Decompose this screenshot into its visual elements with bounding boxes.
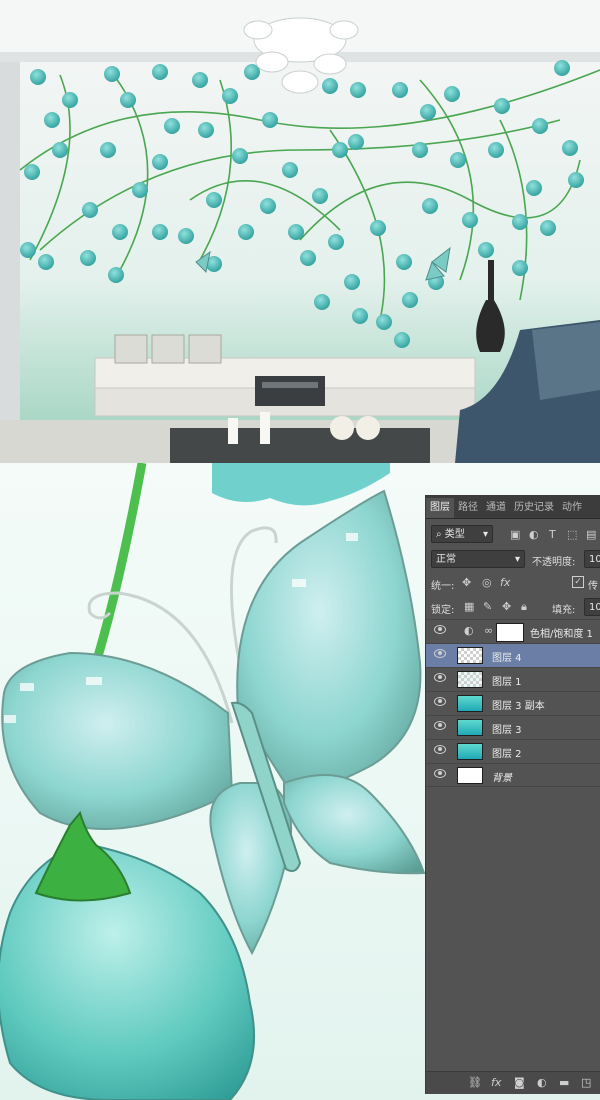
chevron-down-icon: ▾ xyxy=(514,554,520,565)
adjustment-layer-icon: ◐ xyxy=(464,624,474,637)
tab-layers[interactable]: 图层 xyxy=(426,498,454,518)
blend-mode-select[interactable]: 正常 ▾ xyxy=(431,550,525,568)
layer-name: 图层 2 xyxy=(492,749,522,760)
mask-icon[interactable]: ◙ xyxy=(514,1076,525,1089)
layer-thumbnail xyxy=(457,647,483,664)
adjustment-icon[interactable]: ◐ xyxy=(537,1076,547,1089)
visibility-eye-icon[interactable] xyxy=(434,697,446,706)
tab-paths[interactable]: 路径 xyxy=(454,498,482,518)
lock-transparent-icon[interactable]: ▦ xyxy=(464,601,474,613)
visibility-eye-icon[interactable] xyxy=(434,673,446,682)
lock-label: 锁定: xyxy=(431,605,455,616)
propagate-checkbox[interactable]: ✓ xyxy=(572,576,584,588)
layer-row-layer-1[interactable]: 图层 1 xyxy=(426,667,600,691)
tab-history[interactable]: 历史记录 xyxy=(510,498,558,518)
layer-name: 背景 xyxy=(492,773,512,784)
layer-thumbnail xyxy=(457,671,483,688)
layer-row-layer-4[interactable]: 图层 4 xyxy=(426,643,600,667)
unify-visibility-icon[interactable]: ◎ xyxy=(482,577,492,589)
new-layer-icon[interactable]: ◳ xyxy=(581,1076,591,1089)
layer-name: 色相/饱和度 1 xyxy=(530,629,593,640)
layer-row-background[interactable]: 背景 xyxy=(426,763,600,787)
layer-row-layer-2[interactable]: 图层 2 xyxy=(426,739,600,763)
chevron-down-icon: ▾ xyxy=(482,529,488,540)
layer-thumbnail xyxy=(457,695,483,712)
search-icon: ⌕ xyxy=(436,529,445,540)
fill-label: 填充: xyxy=(552,605,576,616)
layer-thumbnail xyxy=(457,743,483,760)
layer-name: 图层 3 副本 xyxy=(492,701,545,712)
visibility-eye-icon[interactable] xyxy=(434,745,446,754)
panel-footer: ⛓︎ fx ◙ ◐ ▬ ◳ xyxy=(426,1071,600,1094)
fill-field[interactable]: 100 xyxy=(584,598,600,616)
filter-kind-select[interactable]: ⌕ 类型 ▾ xyxy=(431,525,493,543)
visibility-eye-icon[interactable] xyxy=(434,721,446,730)
opacity-label: 不透明度: xyxy=(532,557,576,568)
tab-actions[interactable]: 动作 xyxy=(558,498,586,518)
visibility-eye-icon[interactable] xyxy=(434,625,446,634)
fx-icon[interactable]: fx xyxy=(491,1076,501,1089)
layer-row-hue-saturation[interactable]: ◐ ∞ 色相/饱和度 1 xyxy=(426,619,600,643)
layer-row-layer-3[interactable]: 图层 3 xyxy=(426,715,600,739)
shape-filter-icon[interactable]: ⬚ xyxy=(567,529,577,541)
pixel-filter-icon[interactable]: ▣ xyxy=(510,529,520,541)
unify-position-icon[interactable]: ✥ xyxy=(462,577,471,589)
type-filter-icon[interactable]: T xyxy=(549,529,556,541)
lock-row: 锁定: ▦ ✎ ✥ 🔒︎ 填充: 100 xyxy=(426,598,600,618)
layer-row-layer-3-copy[interactable]: 图层 3 副本 xyxy=(426,691,600,715)
lock-image-brush-icon[interactable]: ✎ xyxy=(483,601,492,613)
room-scene-image xyxy=(0,0,600,463)
visibility-eye-icon[interactable] xyxy=(434,649,446,658)
layer-mask-thumbnail xyxy=(496,623,524,642)
layer-name: 图层 3 xyxy=(492,725,522,736)
link-icon[interactable]: ⛓︎ xyxy=(468,1076,482,1089)
lock-position-icon[interactable]: ✥ xyxy=(502,601,511,613)
layer-name: 图层 4 xyxy=(492,653,522,664)
panel-tabs: 图层 路径 通道 历史记录 动作 xyxy=(426,496,600,519)
blend-row: 正常 ▾ 不透明度: 100 xyxy=(426,550,600,570)
visibility-eye-icon[interactable] xyxy=(434,769,446,778)
adjustment-filter-icon[interactable]: ◐ xyxy=(529,529,539,541)
filter-kind-value: 类型 xyxy=(444,529,465,540)
opacity-field[interactable]: 100 xyxy=(584,550,600,568)
smart-object-filter-icon[interactable]: ▤ xyxy=(586,529,596,541)
layers-panel: 图层 路径 通道 历史记录 动作 ⌕ 类型 ▾ ▣ ◐ T ⬚ ▤ 正常 ▾ 不透明… xyxy=(425,495,600,1094)
filter-row: ⌕ 类型 ▾ ▣ ◐ T ⬚ ▤ xyxy=(426,525,600,545)
lock-all-icon[interactable]: 🔒︎ xyxy=(521,601,527,613)
chain-link-icon: ∞ xyxy=(484,624,494,637)
layer-name: 图层 1 xyxy=(492,677,522,688)
unify-label: 统一: xyxy=(431,581,455,592)
propagate-label: 传 xyxy=(588,581,598,592)
unify-row: 统一: ✥ ◎ fx ✓ 传 xyxy=(426,574,600,594)
layer-thumbnail xyxy=(457,719,483,736)
tab-channels[interactable]: 通道 xyxy=(482,498,510,518)
unify-style-icon[interactable]: fx xyxy=(500,577,510,589)
layer-thumbnail xyxy=(457,767,483,784)
blend-mode-value: 正常 xyxy=(436,554,456,565)
group-folder-icon[interactable]: ▬ xyxy=(559,1076,569,1089)
